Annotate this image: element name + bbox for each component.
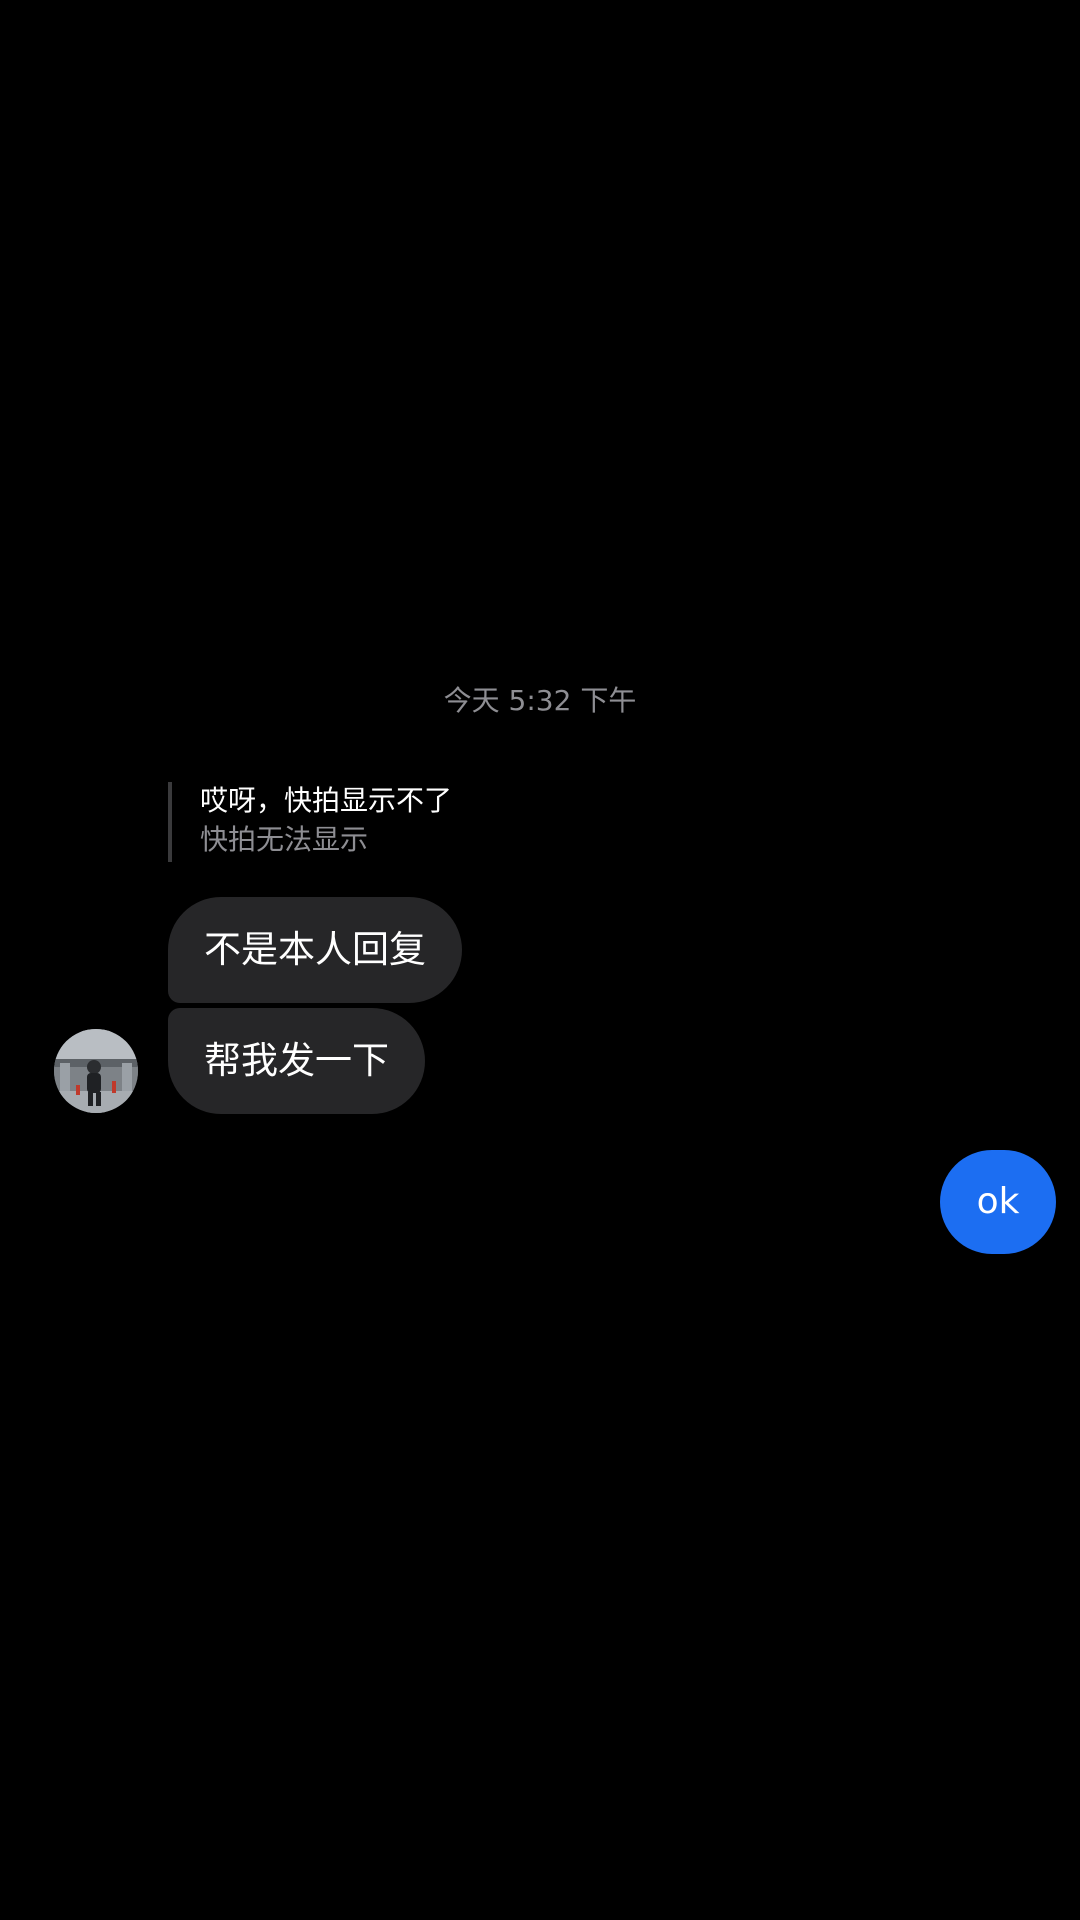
incoming-message-bubble[interactable]: 帮我发一下 <box>168 1008 425 1114</box>
message-timestamp: 今天 5:32 下午 <box>443 684 637 717</box>
incoming-message-bubble[interactable]: 不是本人回复 <box>168 897 462 1003</box>
user-photo-avatar-icon[interactable] <box>54 1029 138 1113</box>
outgoing-message-bubble[interactable]: ok <box>940 1150 1056 1254</box>
story-reply-subtitle: 快拍无法显示 <box>200 823 369 856</box>
story-reply-title: 哎呀，快拍显示不了 <box>200 784 453 817</box>
story-reply-quote[interactable]: 哎呀，快拍显示不了 快拍无法显示 <box>168 782 452 862</box>
